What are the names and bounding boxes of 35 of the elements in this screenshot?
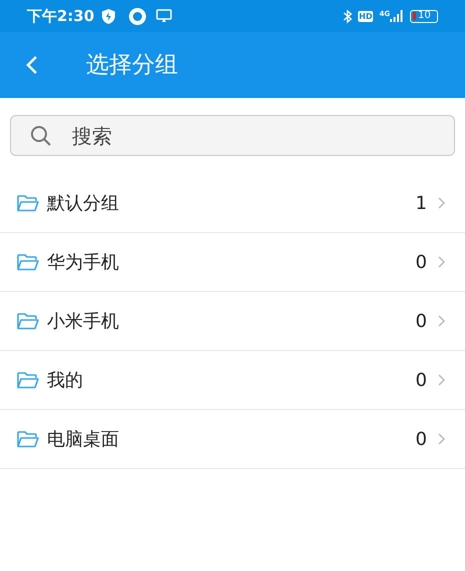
chevron-right-icon [438,374,445,386]
folder-icon [17,372,39,388]
folder-icon [17,430,39,448]
folder-icon [17,194,39,212]
bluetooth-icon [343,8,352,24]
signal-icon [390,10,404,22]
chevron-right-icon [438,433,445,445]
group-row[interactable]: 我的 0 [0,351,465,410]
status-time: 下午2:30 [27,6,94,27]
chevron-right-icon [438,256,445,268]
group-row[interactable]: 默认分组 1 [0,174,465,233]
group-count: 0 [416,428,427,452]
battery-icon: 10 [410,10,438,22]
group-row[interactable]: 华为手机 0 [0,233,465,292]
hd-indicator: HD [358,10,374,22]
group-row[interactable]: 电脑桌面 0 [0,410,465,469]
search-icon [30,125,52,147]
folder-icon [17,312,39,330]
group-name: 电脑桌面 [47,428,120,452]
group-row[interactable]: 小米手机 0 [0,292,465,351]
group-name: 华为手机 [47,250,120,274]
group-name: 默认分组 [47,192,120,216]
folder-icon [17,254,39,270]
back-icon[interactable] [26,55,38,75]
search-field[interactable]: 搜索 [10,115,455,156]
group-name: 小米手机 [47,310,120,334]
chevron-right-icon [438,315,445,327]
group-count: 0 [416,368,427,392]
group-name: 我的 [47,368,84,392]
group-count: 1 [416,192,427,216]
chevron-right-icon [438,197,445,209]
shield-icon [102,8,116,24]
group-count: 0 [416,250,427,274]
page-title: 选择分组 [86,50,178,80]
group-count: 0 [416,310,427,334]
